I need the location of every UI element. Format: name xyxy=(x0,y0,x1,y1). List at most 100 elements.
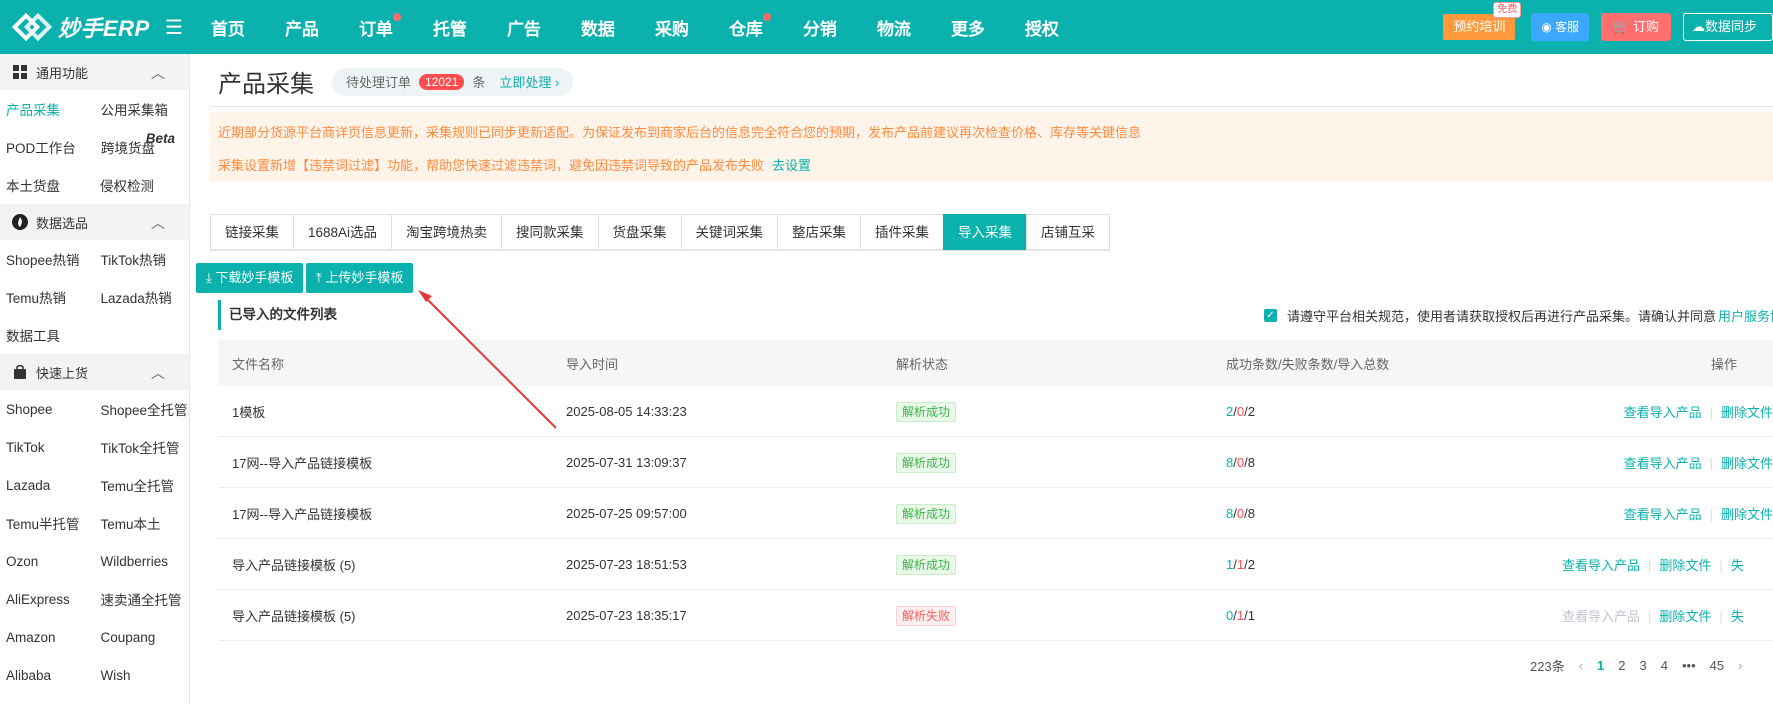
download-template-button[interactable]: ⤓ 下载妙手模板 xyxy=(196,263,304,293)
sidebar-item[interactable]: 产品采集 xyxy=(0,99,95,119)
view-imported-products-link[interactable]: 查看导入产品 xyxy=(1624,405,1702,420)
delete-file-link[interactable]: 删除文件 xyxy=(1659,609,1711,624)
go-settings-link[interactable]: 去设置 xyxy=(772,155,811,174)
page-4[interactable]: 4 xyxy=(1661,658,1668,673)
tab-3[interactable]: 搜同款采集 xyxy=(501,214,598,250)
sidebar-row: AliExpress 速卖通全托管 xyxy=(0,580,189,618)
tab-9[interactable]: 店铺互采 xyxy=(1026,214,1111,250)
nav-item-4[interactable]: 广告 xyxy=(507,15,541,40)
page-•••[interactable]: ••• xyxy=(1682,658,1696,673)
customer-service-button[interactable]: ◉ 客服 xyxy=(1531,13,1590,41)
success-count: 0 xyxy=(1226,607,1234,623)
pending-orders-pill[interactable]: 待处理订单 12021 条 立即处理 › xyxy=(332,67,574,96)
delete-file-link[interactable]: 删除文件 xyxy=(1721,405,1773,420)
tab-7[interactable]: 插件采集 xyxy=(860,214,944,250)
delete-file-link[interactable]: 删除文件 xyxy=(1659,558,1711,573)
sidebar-item[interactable]: Coupang xyxy=(95,630,190,645)
page-1[interactable]: 1 xyxy=(1597,658,1604,673)
sidebar-item[interactable]: Lazada热销 xyxy=(95,287,190,307)
sidebar-item[interactable]: Alibaba xyxy=(0,668,95,683)
sidebar-section-upload[interactable]: 快速上货 ︿ xyxy=(0,354,189,390)
sidebar-item[interactable]: Wish xyxy=(95,668,190,683)
sidebar-item[interactable]: 本土货盘 xyxy=(0,175,94,195)
import-time: 2025-07-23 18:35:17 xyxy=(566,607,687,623)
chevron-up-icon[interactable]: ︿ xyxy=(151,363,165,383)
sidebar-row: Amazon Coupang xyxy=(0,618,189,656)
agree-checkbox[interactable]: ✓ xyxy=(1264,309,1277,322)
book-training-button[interactable]: 预约培训 免费 xyxy=(1443,2,1522,40)
sidebar-section-general[interactable]: 通用功能 ︿ xyxy=(0,54,189,90)
sidebar-item[interactable]: Shopee全托管 xyxy=(95,399,190,419)
nav-item-8[interactable]: 分销 xyxy=(803,15,837,40)
logo[interactable]: 妙手ERP xyxy=(0,9,185,45)
sidebar-item[interactable]: AliExpress xyxy=(0,592,95,607)
sidebar-item[interactable]: Temu本土 xyxy=(95,513,190,533)
nav-item-1[interactable]: 产品 xyxy=(285,15,319,40)
prev-page-icon[interactable]: ‹ xyxy=(1579,658,1583,673)
tab-8[interactable]: 导入采集 xyxy=(943,214,1027,250)
view-imported-products-link: 查看导入产品 xyxy=(1562,608,1641,624)
sidebar: 通用功能 ︿ 产品采集公用采集箱POD工作台Beta跨境货盘本土货盘侵权检测NE… xyxy=(0,54,250,704)
sidebar-item[interactable]: Temu热销 xyxy=(0,287,95,307)
sidebar-item[interactable]: TikTok热销 xyxy=(95,249,190,269)
upload-template-button[interactable]: ⤒ 上传妙手模板 xyxy=(306,263,414,293)
page-2[interactable]: 2 xyxy=(1618,658,1625,673)
nav-item-7[interactable]: 仓库 xyxy=(729,12,771,40)
delete-file-link[interactable]: 删除文件 xyxy=(1721,456,1773,471)
tab-6[interactable]: 整店采集 xyxy=(777,214,861,250)
file-name: 导入产品链接模板 (5) xyxy=(232,557,356,573)
nav-item-9[interactable]: 物流 xyxy=(877,15,911,40)
sidebar-item[interactable]: Temu半托管 xyxy=(0,513,95,533)
tab-2[interactable]: 淘宝跨境热卖 xyxy=(391,214,502,250)
sidebar-item[interactable]: 速卖通全托管 xyxy=(95,589,190,609)
chevron-up-icon[interactable]: ︿ xyxy=(151,213,165,233)
page-45[interactable]: 45 xyxy=(1710,658,1724,673)
chevron-up-icon[interactable]: ︿ xyxy=(151,63,165,83)
sidebar-row: 数据工具 xyxy=(0,316,189,354)
sidebar-item[interactable]: Shopee xyxy=(0,402,95,417)
nav-item-label: 更多 xyxy=(950,19,985,39)
nav-item-11[interactable]: 授权 xyxy=(1025,15,1059,40)
view-imported-products-link[interactable]: 查看导入产品 xyxy=(1562,558,1640,573)
nav-item-5[interactable]: 数据 xyxy=(581,15,615,40)
sidebar-item[interactable]: TikTok xyxy=(0,440,95,455)
failed-items-link[interactable]: 失 xyxy=(1731,558,1744,573)
sidebar-item[interactable]: Amazon xyxy=(0,630,95,645)
status-badge: 解析成功 xyxy=(896,401,957,422)
sidebar-item[interactable]: POD工作台Beta xyxy=(0,131,175,157)
sidebar-item[interactable]: Ozon xyxy=(0,554,95,569)
data-sync-button[interactable]: ☁数据同步 xyxy=(1683,13,1773,41)
nav-item-0[interactable]: 首页 xyxy=(211,15,245,40)
sidebar-item[interactable]: 公用采集箱 xyxy=(95,99,190,119)
menu-icon[interactable]: ☰ xyxy=(165,15,183,40)
sidebar-item[interactable]: Temu全托管 xyxy=(95,475,190,495)
nav-item-2[interactable]: 订单 xyxy=(359,12,401,40)
tab-5[interactable]: 关键词采集 xyxy=(680,214,778,250)
view-imported-products-link[interactable]: 查看导入产品 xyxy=(1624,507,1702,522)
nav-item-10[interactable]: 更多 xyxy=(951,15,985,40)
sidebar-item[interactable]: Wildberries xyxy=(95,554,190,569)
sidebar-item[interactable]: Lazada xyxy=(0,478,95,493)
tab-4[interactable]: 货盘采集 xyxy=(597,214,681,250)
sidebar-item[interactable]: 侵权检测NEW xyxy=(94,169,250,195)
nav-item-3[interactable]: 托管 xyxy=(433,15,467,40)
sidebar-item[interactable]: 跨境货盘 xyxy=(95,137,189,157)
sidebar-section-data[interactable]: 数据选品 ︿ xyxy=(0,204,189,240)
service-agreement-link[interactable]: 用户服务协议 xyxy=(1718,306,1773,325)
success-count: 8 xyxy=(1226,454,1234,470)
tab-1[interactable]: 1688Ai选品 xyxy=(293,214,392,250)
view-imported-products-link[interactable]: 查看导入产品 xyxy=(1624,456,1702,471)
next-page-icon[interactable]: › xyxy=(1738,658,1742,673)
nav-item-6[interactable]: 采购 xyxy=(655,15,689,40)
sidebar-item[interactable]: Shopee热销 xyxy=(0,249,95,269)
process-now-link[interactable]: 立即处理 › xyxy=(499,72,559,91)
failed-items-link[interactable]: 失 xyxy=(1731,609,1744,624)
sidebar-row: 本土货盘侵权检测NEW xyxy=(0,166,250,204)
page-3[interactable]: 3 xyxy=(1640,658,1647,673)
delete-file-link[interactable]: 删除文件 xyxy=(1721,507,1773,522)
sidebar-item[interactable]: TikTok全托管 xyxy=(95,437,190,457)
subscribe-button[interactable]: 🛒 订购 xyxy=(1601,13,1671,41)
sidebar-item[interactable]: 数据工具 xyxy=(0,325,95,345)
counts-cell: 8/0/8 xyxy=(1226,505,1255,521)
tab-0[interactable]: 链接采集 xyxy=(210,214,293,250)
